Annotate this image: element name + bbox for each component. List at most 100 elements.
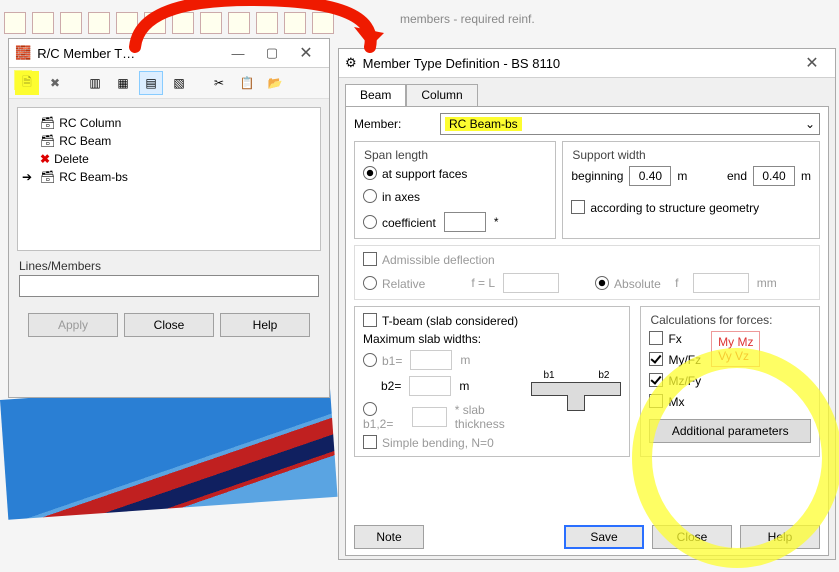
view3-icon[interactable]: ▤	[139, 71, 163, 95]
check-fx[interactable]: Fx	[649, 331, 701, 346]
calc-forces-title: Calculations for forces:	[647, 313, 775, 327]
tree-label: Delete	[54, 151, 89, 167]
span-length-title: Span length	[361, 148, 431, 162]
tree-label: RC Beam	[59, 133, 111, 149]
save-button[interactable]: Save	[564, 525, 644, 549]
end-label: end	[727, 169, 747, 183]
member-icon: 🗃	[40, 115, 55, 131]
unit-m: m	[459, 379, 469, 393]
view1-icon[interactable]: ▥	[83, 71, 107, 95]
tree-label: RC Beam-bs	[59, 169, 128, 185]
lines-members-input[interactable]	[19, 275, 319, 297]
b12-input	[412, 407, 447, 427]
tab-beam[interactable]: Beam	[345, 84, 406, 106]
titlebar-b[interactable]: ⚙ Member Type Definition - BS 8110 ✕	[339, 49, 835, 78]
close-button-a[interactable]: ✕	[289, 43, 323, 63]
window-title-a: R/C Member T…	[37, 46, 135, 61]
close-button[interactable]: Close	[124, 313, 214, 337]
view2-icon[interactable]: ▦	[111, 71, 135, 95]
window-title-b: Member Type Definition - BS 8110	[363, 56, 561, 71]
view4-icon[interactable]: ▧	[167, 71, 191, 95]
unit-mm: mm	[757, 276, 777, 290]
help-button[interactable]: Help	[220, 313, 310, 337]
close-button-panel[interactable]: Close	[652, 525, 732, 549]
tree-item-rc-beam-bs[interactable]: ➔ 🗃 RC Beam-bs	[22, 168, 316, 186]
forces-line1: My Mz	[718, 335, 753, 349]
beginning-input[interactable]: 0.40	[629, 166, 671, 186]
unit-m: m	[677, 169, 687, 183]
end-input[interactable]: 0.40	[753, 166, 795, 186]
note-button[interactable]: Note	[354, 525, 424, 549]
member-label: Member:	[354, 117, 432, 131]
delete-x-icon[interactable]: ✖	[43, 71, 67, 95]
window-a-toolbar: 🗎 ✖ ▥ ▦ ▤ ▧ ✂ 📋 📂	[9, 68, 329, 99]
check-structure-geometry[interactable]: according to structure geometry	[571, 200, 811, 215]
gear-icon: ⚙	[345, 55, 357, 71]
f-label: f	[669, 276, 685, 290]
lines-members-label: Lines/Members	[19, 259, 319, 273]
check-mx[interactable]: Mx	[649, 394, 701, 409]
minimize-button[interactable]: —	[221, 43, 255, 63]
maximize-button[interactable]: ▢	[255, 43, 289, 63]
check-admissible-deflection: Admissible deflection	[363, 253, 495, 267]
radio-absolute: Absolute	[595, 276, 661, 291]
current-arrow-icon: ➔	[22, 169, 32, 185]
radio-coefficient[interactable]: coefficient	[363, 215, 436, 230]
member-icon: 🗃	[40, 133, 55, 149]
member-type-def-window: ⚙ Member Type Definition - BS 8110 ✕ Bea…	[338, 48, 836, 560]
beam-panel: Member: RC Beam-bs ⌄ Span length at supp…	[345, 106, 829, 556]
radio-at-support[interactable]: at support faces	[363, 166, 547, 181]
rel-value	[503, 273, 559, 293]
tree-item-rc-beam[interactable]: 🗃 RC Beam	[22, 132, 316, 150]
coef-star: *	[494, 215, 499, 229]
close-button-b[interactable]: ✕	[795, 53, 829, 73]
coefficient-input[interactable]	[444, 212, 486, 232]
beginning-label: beginning	[571, 169, 623, 183]
app-icon: 🧱	[15, 45, 31, 61]
radio-b12: b1,2=	[363, 402, 404, 431]
f-eq-l: f = L	[471, 276, 495, 290]
radio-b1: b1=	[363, 353, 402, 368]
check-mzfy[interactable]: Mz/Fy	[649, 373, 701, 388]
paste-icon[interactable]: 📋	[235, 71, 259, 95]
tbeam-diagram: b1 b2	[531, 370, 621, 412]
check-tbeam[interactable]: T-beam (slab considered)	[363, 314, 518, 328]
member-tree[interactable]: 🗃 RC Column 🗃 RC Beam ✖ Delete ➔ 🗃 RC Be…	[17, 107, 321, 251]
radio-relative: Relative	[363, 276, 425, 291]
tree-item-delete[interactable]: ✖ Delete	[22, 150, 316, 168]
abs-value	[693, 273, 749, 293]
radio-in-axes[interactable]: in axes	[363, 189, 547, 204]
max-slab-label: Maximum slab widths:	[363, 332, 621, 346]
support-width-title: Support width	[569, 148, 648, 162]
unit-m: m	[460, 353, 470, 367]
member-icon: 🗃	[40, 169, 55, 185]
b2-input	[409, 376, 451, 396]
dim-b1: b1	[543, 370, 554, 381]
cut-icon[interactable]: ✂	[207, 71, 231, 95]
open-icon[interactable]: 📂	[263, 71, 287, 95]
main-toolstrip: members - required reinf.	[0, 12, 554, 34]
canvas-model-view	[0, 377, 338, 520]
tabstrip: Beam Column	[339, 78, 835, 106]
titlebar-a[interactable]: 🧱 R/C Member T… — ▢ ✕	[9, 39, 329, 68]
b2-label: b2=	[381, 379, 401, 393]
dim-b2: b2	[598, 370, 609, 381]
delete-icon: ✖	[40, 151, 50, 167]
b1-input	[410, 350, 452, 370]
help-button-panel[interactable]: Help	[740, 525, 820, 549]
highlight-new-icon	[14, 70, 32, 90]
chevron-down-icon: ⌄	[805, 117, 815, 131]
additional-params-button[interactable]: Additional parameters	[649, 419, 811, 443]
tree-label: RC Column	[59, 115, 121, 131]
rc-member-window: 🧱 R/C Member T… — ▢ ✕ 🗎 ✖ ▥ ▦ ▤ ▧ ✂ 📋 📂 …	[8, 38, 330, 398]
member-select[interactable]: RC Beam-bs ⌄	[440, 113, 820, 135]
forces-red-box: My Mz Vy Vz	[711, 331, 760, 367]
forces-line2: Vy Vz	[718, 349, 753, 363]
slab-thk-label: * slab thickness	[455, 403, 524, 431]
check-myfz[interactable]: My/Fz	[649, 352, 701, 367]
member-value: RC Beam-bs	[445, 117, 522, 131]
unit-m: m	[801, 169, 811, 183]
tab-column[interactable]: Column	[406, 84, 477, 106]
apply-button[interactable]: Apply	[28, 313, 118, 337]
tree-item-rc-column[interactable]: 🗃 RC Column	[22, 114, 316, 132]
